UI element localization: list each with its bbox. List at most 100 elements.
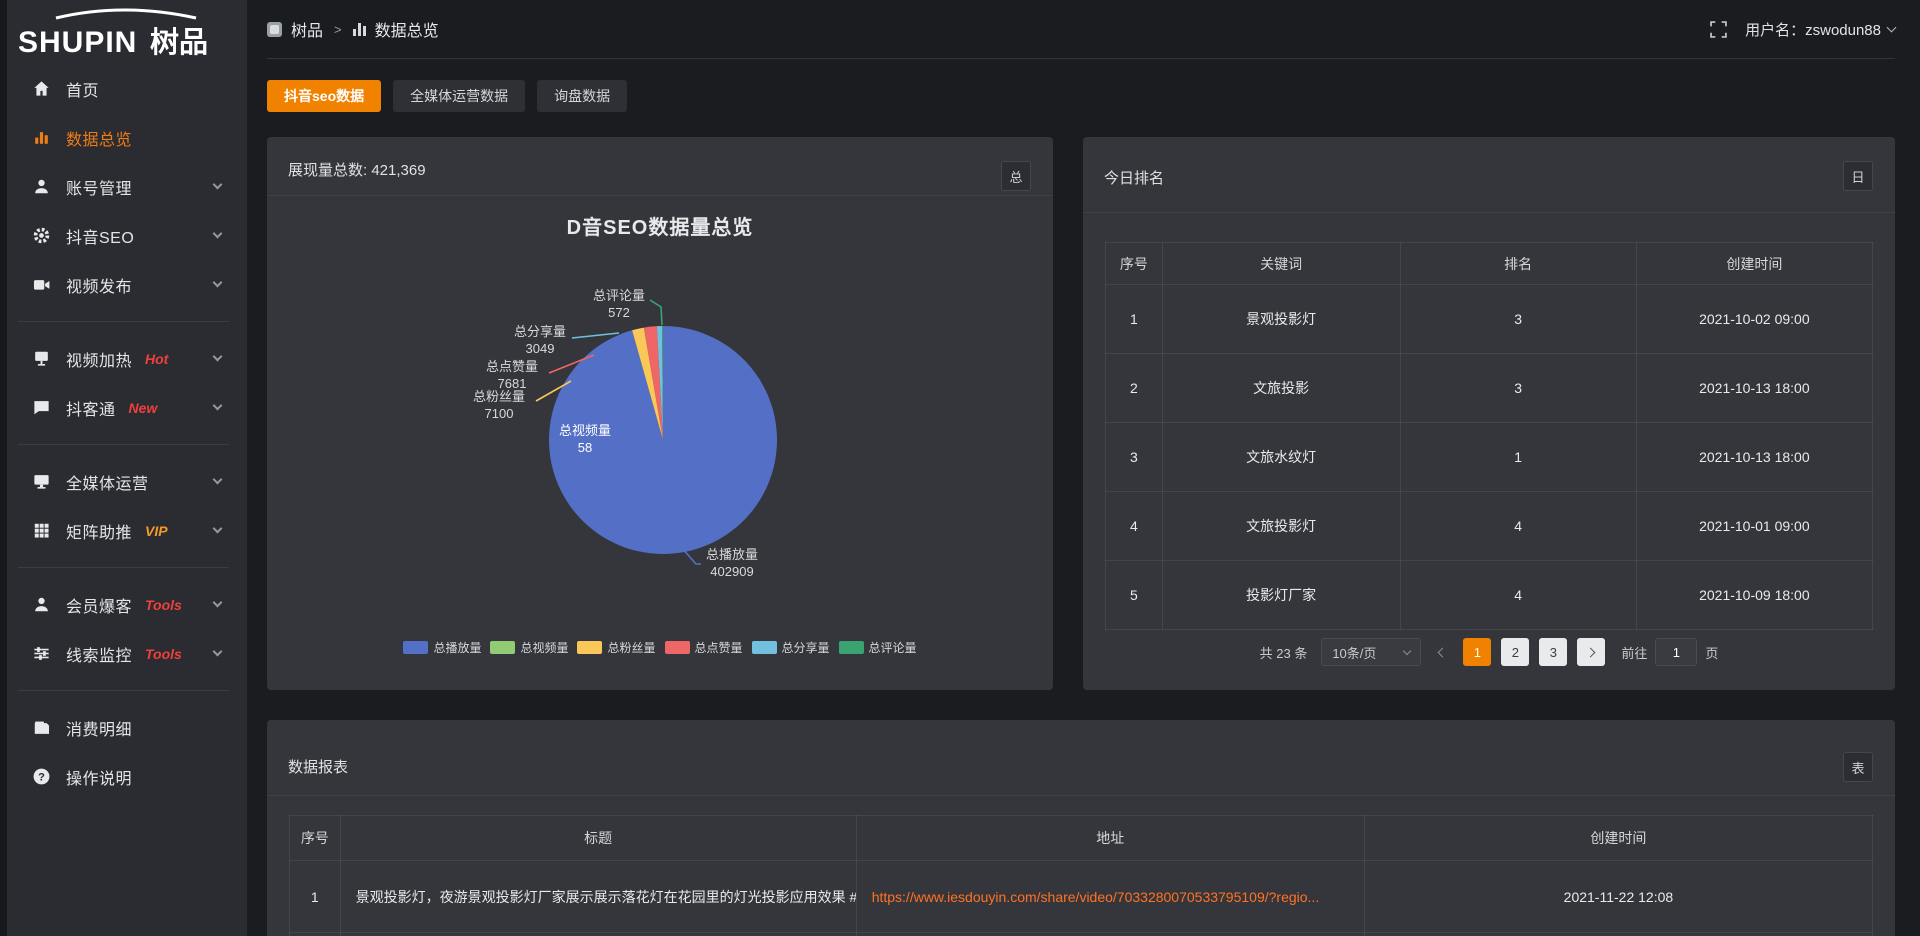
- sidebar-item-label: 线索监控: [66, 642, 132, 666]
- fullscreen-icon[interactable]: [1710, 21, 1727, 38]
- chevron-down-icon: [213, 646, 223, 656]
- svg-text:?: ?: [38, 771, 45, 783]
- sidebar-item-help[interactable]: ?操作说明: [0, 752, 247, 801]
- table-row: 5投影灯厂家42021-10-09 18:00: [1106, 561, 1873, 630]
- day-badge-button[interactable]: 日: [1843, 161, 1873, 191]
- chevron-down-icon: [213, 523, 223, 533]
- sidebar-item-data-overview[interactable]: 数据总览: [0, 113, 247, 162]
- goto-page-input[interactable]: [1655, 638, 1697, 666]
- video-url-link[interactable]: https://www.iesdouyin.com/share/video/70…: [872, 889, 1320, 905]
- page-size-select[interactable]: 10条/页: [1321, 638, 1421, 666]
- goto-suffix: 页: [1705, 643, 1718, 662]
- sidebar-item-label: 抖客通: [66, 396, 116, 420]
- user-menu[interactable]: 用户名：zswodun88: [1745, 19, 1895, 40]
- next-page-button[interactable]: [1577, 638, 1605, 666]
- table-cell: 3: [1400, 354, 1636, 423]
- goto-page: 前往 页: [1621, 638, 1718, 666]
- page-button-1[interactable]: 1: [1463, 638, 1491, 666]
- table-header-row: 序号关键词排名创建时间: [1106, 243, 1873, 285]
- table-header-row: 序号标题地址创建时间: [290, 816, 1873, 861]
- legend-label: 总视频量: [520, 639, 568, 656]
- legend-swatch: [752, 641, 777, 654]
- table-badge-button[interactable]: 表: [1843, 752, 1873, 782]
- sidebar-item-label: 数据总览: [66, 126, 132, 150]
- sidebar-item-video-publish[interactable]: 视频发布: [0, 260, 247, 309]
- legend-swatch: [577, 641, 602, 654]
- table-row: [290, 933, 1873, 936]
- legend-item-总粉丝量[interactable]: 总粉丝量: [577, 639, 655, 656]
- chevron-down-icon: [213, 597, 223, 607]
- bar-chart-icon: [353, 22, 366, 36]
- table-cell: 2021-10-09 18:00: [1636, 561, 1872, 630]
- impressions-panel: 展现量总数: 421,369 总 D音SEO数据量总览 总评论量572 总分享量…: [267, 137, 1053, 690]
- legend-label: 总点赞量: [695, 639, 743, 656]
- pie-legend: 总播放量 总视频量 总粉丝量 总点赞量 总分享量总评论量: [267, 639, 1053, 656]
- sidebar-item-douyin-seo[interactable]: 抖音SEO: [0, 211, 247, 260]
- sidebar-item-label: 账号管理: [66, 175, 132, 199]
- sidebar-item-media-ops[interactable]: 全媒体运营: [0, 457, 247, 506]
- sidebar-item-label: 视频发布: [66, 273, 132, 297]
- sidebar-item-label: 矩阵助推: [66, 519, 132, 543]
- sidebar-item-matrix-boost[interactable]: 矩阵助推 VIP: [0, 506, 247, 555]
- sidebar-item-account-manage[interactable]: 账号管理: [0, 162, 247, 211]
- table-cell: [340, 933, 856, 936]
- sidebar-item-home[interactable]: 首页: [0, 64, 247, 113]
- tab-0[interactable]: 抖音seo数据: [267, 80, 381, 112]
- sidebar-item-video-heat[interactable]: 视频加热Hot: [0, 334, 247, 383]
- table-cell: 景观投影灯: [1162, 285, 1400, 354]
- sidebar-item-member-baoke[interactable]: 会员爆客Tools: [0, 580, 247, 629]
- sidebar-item-label: 消费明细: [66, 716, 132, 740]
- table-row: 4文旅投影灯42021-10-01 09:00: [1106, 492, 1873, 561]
- page-button-3[interactable]: 3: [1539, 638, 1567, 666]
- tab-2[interactable]: 询盘数据: [537, 80, 627, 112]
- sidebar-item-label: 首页: [66, 77, 99, 101]
- chevron-down-icon: [213, 351, 223, 361]
- prev-page-button[interactable]: [1431, 638, 1453, 666]
- table-cell: [856, 933, 1364, 936]
- table-row: 1景观投影灯，夜游景观投影灯厂家展示展示落花灯在花园里的灯光投影应用效果 #ht…: [290, 861, 1873, 933]
- chevron-down-icon: [1403, 646, 1411, 654]
- topbar: 树品 > 数据总览 用户名：zswodun88: [247, 0, 1920, 58]
- legend-label: 总粉丝量: [607, 639, 655, 656]
- table-cell: 文旅投影: [1162, 354, 1400, 423]
- user-icon: [32, 177, 51, 196]
- sidebar-divider: [18, 444, 229, 445]
- legend-item-总播放量[interactable]: 总播放量: [403, 639, 481, 656]
- topbar-divider: [267, 58, 1895, 59]
- user2-icon: [32, 595, 51, 614]
- table-cell: [290, 933, 341, 936]
- sidebar-item-clue-monitor[interactable]: 线索监控Tools: [0, 629, 247, 678]
- page-button-2[interactable]: 2: [1501, 638, 1529, 666]
- breadcrumb-home[interactable]: 树品: [291, 17, 323, 41]
- table-cell: https://www.iesdouyin.com/share/video/70…: [856, 861, 1364, 933]
- gear-icon: [32, 226, 51, 245]
- legend-item-总分享量[interactable]: 总分享量: [752, 639, 830, 656]
- pagination-total: 共 23 条: [1260, 643, 1308, 662]
- logo-text-cn: 树品: [150, 26, 208, 59]
- legend-label: 总分享量: [782, 639, 830, 656]
- table-cell: 文旅投影灯: [1162, 492, 1400, 561]
- table-cell: 1: [1400, 423, 1636, 492]
- sidebar-item-consume-detail[interactable]: 消费明细: [0, 703, 247, 752]
- logo-text-en: SHUPIN: [18, 26, 137, 59]
- pie-chart-svg[interactable]: [267, 137, 1053, 690]
- tab-1[interactable]: 全媒体运营数据: [393, 80, 525, 112]
- legend-item-总视频量[interactable]: 总视频量: [490, 639, 568, 656]
- home-icon: [32, 79, 51, 98]
- pagination: 共 23 条 10条/页 123 前往 页: [1083, 637, 1895, 667]
- breadcrumb-current: 数据总览: [375, 17, 439, 41]
- chevron-down-icon: [213, 277, 223, 287]
- sidebar-item-douketong[interactable]: 抖客通New: [0, 383, 247, 432]
- sidebar-divider: [18, 690, 229, 691]
- legend-item-总评论量[interactable]: 总评论量: [839, 639, 917, 656]
- sidebar-menu: 首页数据总览账号管理抖音SEO视频发布视频加热Hot抖客通New全媒体运营矩阵助…: [0, 64, 247, 801]
- legend-swatch: [839, 641, 864, 654]
- sidebar-item-badge: VIP: [145, 523, 168, 539]
- sidebar-item-label: 视频加热: [66, 347, 132, 371]
- table-cell: 2: [1106, 354, 1163, 423]
- legend-item-总点赞量[interactable]: 总点赞量: [665, 639, 743, 656]
- legend-swatch: [490, 641, 515, 654]
- table-cell: 2021-10-13 18:00: [1636, 423, 1872, 492]
- table-cell: 景观投影灯，夜游景观投影灯厂家展示展示落花灯在花园里的灯光投影应用效果 #: [340, 861, 856, 933]
- grid-icon: [32, 521, 51, 540]
